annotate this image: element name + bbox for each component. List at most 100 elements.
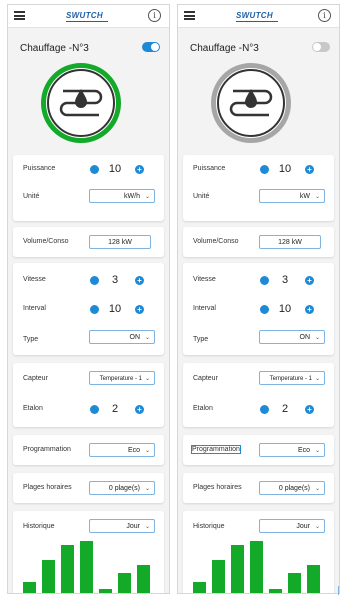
historique-label: Historique — [23, 523, 55, 530]
plages-label: Plages horaires — [193, 484, 242, 491]
menu-icon[interactable] — [14, 11, 25, 21]
etalon-value: 2 — [111, 403, 119, 415]
vitesse-decrement-button[interactable] — [90, 276, 99, 285]
chevron-down-icon: ⌄ — [314, 194, 320, 200]
capteur-label: Capteur — [23, 375, 48, 382]
volume-card: Volume/Conso 128 kW — [13, 227, 164, 257]
device-title: Chauffage -N°3 — [20, 43, 89, 54]
capteur-value: Temperature - 1 — [269, 376, 312, 382]
interval-increment-button[interactable]: + — [305, 305, 314, 314]
etalon-decrement-button[interactable] — [260, 405, 269, 414]
chevron-down-icon: ⌄ — [314, 524, 320, 530]
plages-select[interactable]: 0 plage(s) ⌄ — [89, 481, 155, 495]
historique-value: Jour — [126, 523, 140, 530]
brand-logo: SWUTCH — [236, 11, 278, 22]
puissance-increment-button[interactable]: + — [305, 165, 314, 174]
capteur-select[interactable]: Temperature - 1 ⌄ — [89, 371, 155, 385]
etalon-value: 2 — [281, 403, 289, 415]
historique-select[interactable]: Jour ⌄ — [89, 519, 155, 533]
power-card: Puissance 10 + Unité kW/h ⌄ — [13, 155, 164, 221]
etalon-increment-button[interactable]: + — [305, 405, 314, 414]
programmation-value: Eco — [127, 447, 140, 454]
status-ring — [211, 63, 291, 143]
type-value: ON — [299, 334, 311, 341]
puissance-value: 10 — [278, 163, 292, 175]
heater-icon — [229, 89, 273, 117]
history-bar — [212, 560, 225, 593]
historique-card: Historique Jour ⌄ — [183, 511, 334, 593]
history-bar — [99, 589, 112, 593]
power-toggle[interactable] — [142, 42, 160, 52]
programmation-value: Eco — [297, 447, 310, 454]
top-bar: SWUTCH i — [8, 5, 169, 28]
unite-select[interactable]: kW ⌄ — [259, 189, 325, 203]
vitesse-increment-button[interactable]: + — [135, 276, 144, 285]
chevron-down-icon: ⌄ — [314, 376, 320, 382]
puissance-decrement-button[interactable] — [90, 165, 99, 174]
volume-field[interactable]: 128 kW — [259, 235, 321, 249]
sensor-card: Capteur Temperature - 1 ⌄ Etalon 2 + — [13, 363, 164, 427]
historique-chart — [23, 541, 156, 593]
vitesse-label: Vitesse — [23, 276, 46, 283]
interval-increment-button[interactable]: + — [135, 305, 144, 314]
vitesse-increment-button[interactable]: + — [305, 276, 314, 285]
history-bar — [307, 565, 320, 593]
type-select[interactable]: ON ⌄ — [89, 330, 155, 344]
info-icon[interactable]: i — [148, 9, 161, 22]
history-bar — [137, 565, 150, 593]
etalon-increment-button[interactable]: + — [135, 405, 144, 414]
chevron-down-icon: ⌄ — [314, 486, 320, 492]
chevron-down-icon: ⌄ — [144, 194, 150, 200]
interval-decrement-button[interactable] — [90, 305, 99, 314]
puissance-label: Puissance — [193, 165, 226, 172]
programmation-label: Programmation — [23, 446, 71, 453]
vitesse-value: 3 — [281, 274, 289, 286]
programmation-select[interactable]: Eco ⌄ — [259, 443, 325, 457]
plages-card: Plages horaires 0 plage(s) ⌄ — [13, 473, 164, 503]
interval-value: 10 — [278, 303, 292, 315]
history-bar — [61, 545, 74, 593]
vitesse-label: Vitesse — [193, 276, 216, 283]
type-select[interactable]: ON ⌄ — [259, 330, 325, 344]
historique-chart — [193, 541, 326, 593]
phone-panel-inactive: SWUTCH i Chauffage -N°3 Puissance 10 + U… — [177, 4, 340, 594]
type-value: ON — [129, 334, 141, 341]
menu-icon[interactable] — [184, 11, 195, 21]
interval-label: Interval — [23, 305, 46, 312]
puissance-increment-button[interactable]: + — [135, 165, 144, 174]
unite-select[interactable]: kW/h ⌄ — [89, 189, 155, 203]
type-label: Type — [193, 336, 209, 343]
puissance-decrement-button[interactable] — [260, 165, 269, 174]
etalon-decrement-button[interactable] — [90, 405, 99, 414]
programmation-select[interactable]: Eco ⌄ — [89, 443, 155, 457]
brand-logo: SWUTCH — [66, 11, 108, 22]
history-bar — [118, 573, 131, 593]
chevron-down-icon: ⌄ — [314, 448, 320, 454]
sensor-card: Capteur Temperature - 1 ⌄ Etalon 2 + — [183, 363, 334, 427]
plages-card: Plages horaires 0 plage(s) ⌄ — [183, 473, 334, 503]
power-toggle[interactable] — [312, 42, 330, 52]
interval-value: 10 — [108, 303, 122, 315]
plages-select[interactable]: 0 plage(s) ⌄ — [259, 481, 325, 495]
interval-decrement-button[interactable] — [260, 305, 269, 314]
chevron-down-icon: ⌄ — [144, 524, 150, 530]
volume-field[interactable]: 128 kW — [89, 235, 151, 249]
phone-panel-active: SWUTCH i Chauffage -N°3 Puissance 10 + U… — [7, 4, 170, 594]
programmation-card: Programmation Eco ⌄ — [183, 435, 334, 465]
speed-card: Vitesse 3 + Interval 10 + Type ON ⌄ — [13, 263, 164, 355]
capteur-select[interactable]: Temperature - 1 ⌄ — [259, 371, 325, 385]
etalon-label: Etalon — [23, 405, 43, 412]
volume-card: Volume/Conso 128 kW — [183, 227, 334, 257]
unite-label: Unité — [193, 193, 210, 200]
puissance-value: 10 — [108, 163, 122, 175]
puissance-label: Puissance — [23, 165, 56, 172]
programmation-card: Programmation Eco ⌄ — [13, 435, 164, 465]
plages-value: 0 plage(s) — [108, 485, 140, 492]
historique-select[interactable]: Jour ⌄ — [259, 519, 325, 533]
type-label: Type — [23, 336, 39, 343]
status-ring — [41, 63, 121, 143]
history-bar — [193, 582, 206, 593]
vitesse-decrement-button[interactable] — [260, 276, 269, 285]
info-icon[interactable]: i — [318, 9, 331, 22]
interval-label: Interval — [193, 305, 216, 312]
